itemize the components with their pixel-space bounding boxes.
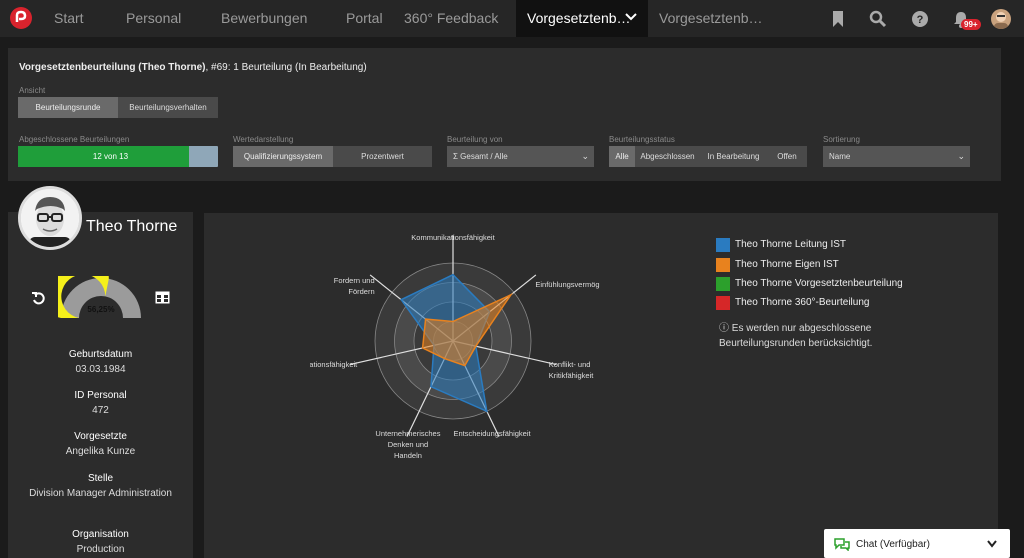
ansicht-label: Ansicht bbox=[19, 86, 46, 95]
radar-axis-label: Fordern und Fördern bbox=[334, 276, 375, 296]
radar-axis-label: Motivationsfähigkeit bbox=[310, 360, 358, 369]
legend-swatch bbox=[716, 258, 730, 272]
user-avatar[interactable] bbox=[991, 9, 1011, 29]
vorgesetzte-value: Angelika Kunze bbox=[65, 446, 136, 457]
svg-text:?: ? bbox=[917, 14, 924, 26]
geburtsdatum-label: Geburtsdatum bbox=[68, 349, 133, 360]
legend-swatch bbox=[716, 238, 730, 252]
stelle-label: Stelle bbox=[87, 473, 113, 484]
wertedarstellung-label: Wertedarstellung bbox=[233, 135, 294, 144]
app-logo[interactable] bbox=[10, 7, 32, 29]
ansicht-option-beurteilungsrunde[interactable]: Beurteilungsrunde bbox=[18, 97, 118, 118]
nav-portal[interactable]: Portal bbox=[346, 0, 383, 37]
beurteilung-von-select[interactable]: Σ Gesamt / Alle ⌄ bbox=[447, 146, 594, 167]
chevron-down-icon: ⌄ bbox=[957, 151, 965, 161]
help-icon[interactable]: ? bbox=[911, 10, 929, 28]
nav-vorgesetzten-active[interactable]: Vorgesetztenb… bbox=[516, 0, 648, 37]
nav-start[interactable]: Start bbox=[54, 0, 84, 37]
legend-swatch bbox=[716, 277, 730, 291]
legend-swatch bbox=[716, 296, 730, 310]
chat-label: Chat (Verfügbar) bbox=[856, 539, 930, 550]
profile-photo bbox=[18, 186, 82, 250]
geburtsdatum-value: 03.03.1984 bbox=[75, 364, 126, 375]
abgeschlossen-progress: 12 von 13 bbox=[18, 146, 218, 167]
status-option-abgeschlossen[interactable]: Abgeschlossen bbox=[635, 146, 700, 167]
beurteilung-von-value: Gesamt / Alle bbox=[460, 152, 508, 161]
stelle-value: Division Manager Administration bbox=[29, 488, 172, 499]
profile-panel bbox=[8, 212, 193, 558]
radar-chart: Kontakt- undKommunikationsfähigkeit Einfü… bbox=[310, 230, 600, 460]
top-navigation-bar: Start Personal Bewerbungen Portal 360° F… bbox=[0, 0, 1024, 37]
chat-widget[interactable]: Chat (Verfügbar) bbox=[824, 529, 1010, 558]
radar-axis-label: Konflikt- und Kritikfähigkeit bbox=[549, 360, 595, 380]
nav-360-feedback[interactable]: 360° Feedback bbox=[404, 0, 498, 37]
reset-icon[interactable] bbox=[31, 290, 47, 306]
chevron-down-icon[interactable] bbox=[987, 540, 997, 548]
nav-personal[interactable]: Personal bbox=[126, 0, 181, 37]
nav-vorgesetzten-active-label: Vorgesetztenb… bbox=[527, 10, 631, 26]
info-icon: ⓘ bbox=[719, 323, 732, 334]
wertedarstellung-toggle: Qualifizierungssystem Prozentwert bbox=[233, 146, 432, 167]
wert-option-qualifizierungssystem[interactable]: Qualifizierungssystem bbox=[233, 146, 333, 167]
abgeschlossen-value: 12 von 13 bbox=[92, 152, 129, 161]
id-personal-label: ID Personal bbox=[74, 390, 127, 401]
table-icon[interactable] bbox=[155, 291, 170, 304]
ansicht-toggle: Beurteilungsrunde Beurteilungsverhalten bbox=[18, 97, 218, 118]
radar-axis-label: Kontakt- undKommunikationsfähigkeit bbox=[411, 230, 495, 242]
wert-option-prozentwert[interactable]: Prozentwert bbox=[333, 146, 432, 167]
ansicht-option-beurteilungsverhalten[interactable]: Beurteilungsverhalten bbox=[118, 97, 218, 118]
radar-axis-label: Unternehmerisches Denken und Handeln bbox=[375, 429, 440, 460]
organisation-value: Production bbox=[76, 544, 125, 555]
nav-vorgesetzten-2[interactable]: Vorgesetztenb… bbox=[659, 0, 763, 37]
radar-axis-label: Entscheidungsfähigkeit bbox=[453, 429, 531, 438]
notification-badge: 99+ bbox=[961, 19, 981, 30]
sortierung-value: Name bbox=[829, 152, 851, 161]
search-icon[interactable] bbox=[869, 10, 887, 28]
beurteilung-von-label: Beurteilung von bbox=[447, 135, 503, 144]
chevron-down-icon bbox=[625, 13, 637, 21]
bookmark-icon[interactable] bbox=[829, 10, 847, 28]
organisation-label: Organisation bbox=[72, 529, 129, 540]
radar-axis-label: Einfühlungsvermögen bbox=[535, 280, 600, 289]
chat-icon bbox=[834, 538, 850, 551]
profile-name: Theo Thorne bbox=[86, 218, 178, 235]
status-option-alle[interactable]: Alle bbox=[609, 146, 635, 167]
status-option-offen[interactable]: Offen bbox=[767, 146, 807, 167]
status-label: Beurteilungsstatus bbox=[609, 135, 675, 144]
status-toggle: Alle Abgeschlossen In Bearbeitung Offen bbox=[609, 146, 807, 167]
id-personal-value: 472 bbox=[92, 405, 109, 416]
page-title: Vorgesetztenbeurteilung (Theo Thorne), #… bbox=[19, 62, 367, 73]
abgeschlossen-label: Abgeschlossene Beurteilungen bbox=[19, 135, 130, 144]
chevron-down-icon: ⌄ bbox=[581, 151, 589, 161]
legend-note: ⓘ Es werden nur abgeschlossene Beurteilu… bbox=[719, 323, 873, 349]
gauge-value: 56,25% bbox=[87, 305, 115, 314]
sortierung-select[interactable]: Name ⌄ bbox=[823, 146, 970, 167]
status-option-in-bearbeitung[interactable]: In Bearbeitung bbox=[700, 146, 767, 167]
nav-bewerbungen[interactable]: Bewerbungen bbox=[221, 0, 307, 37]
vorgesetzte-label: Vorgesetzte bbox=[74, 431, 127, 442]
sortierung-label: Sortierung bbox=[823, 135, 860, 144]
